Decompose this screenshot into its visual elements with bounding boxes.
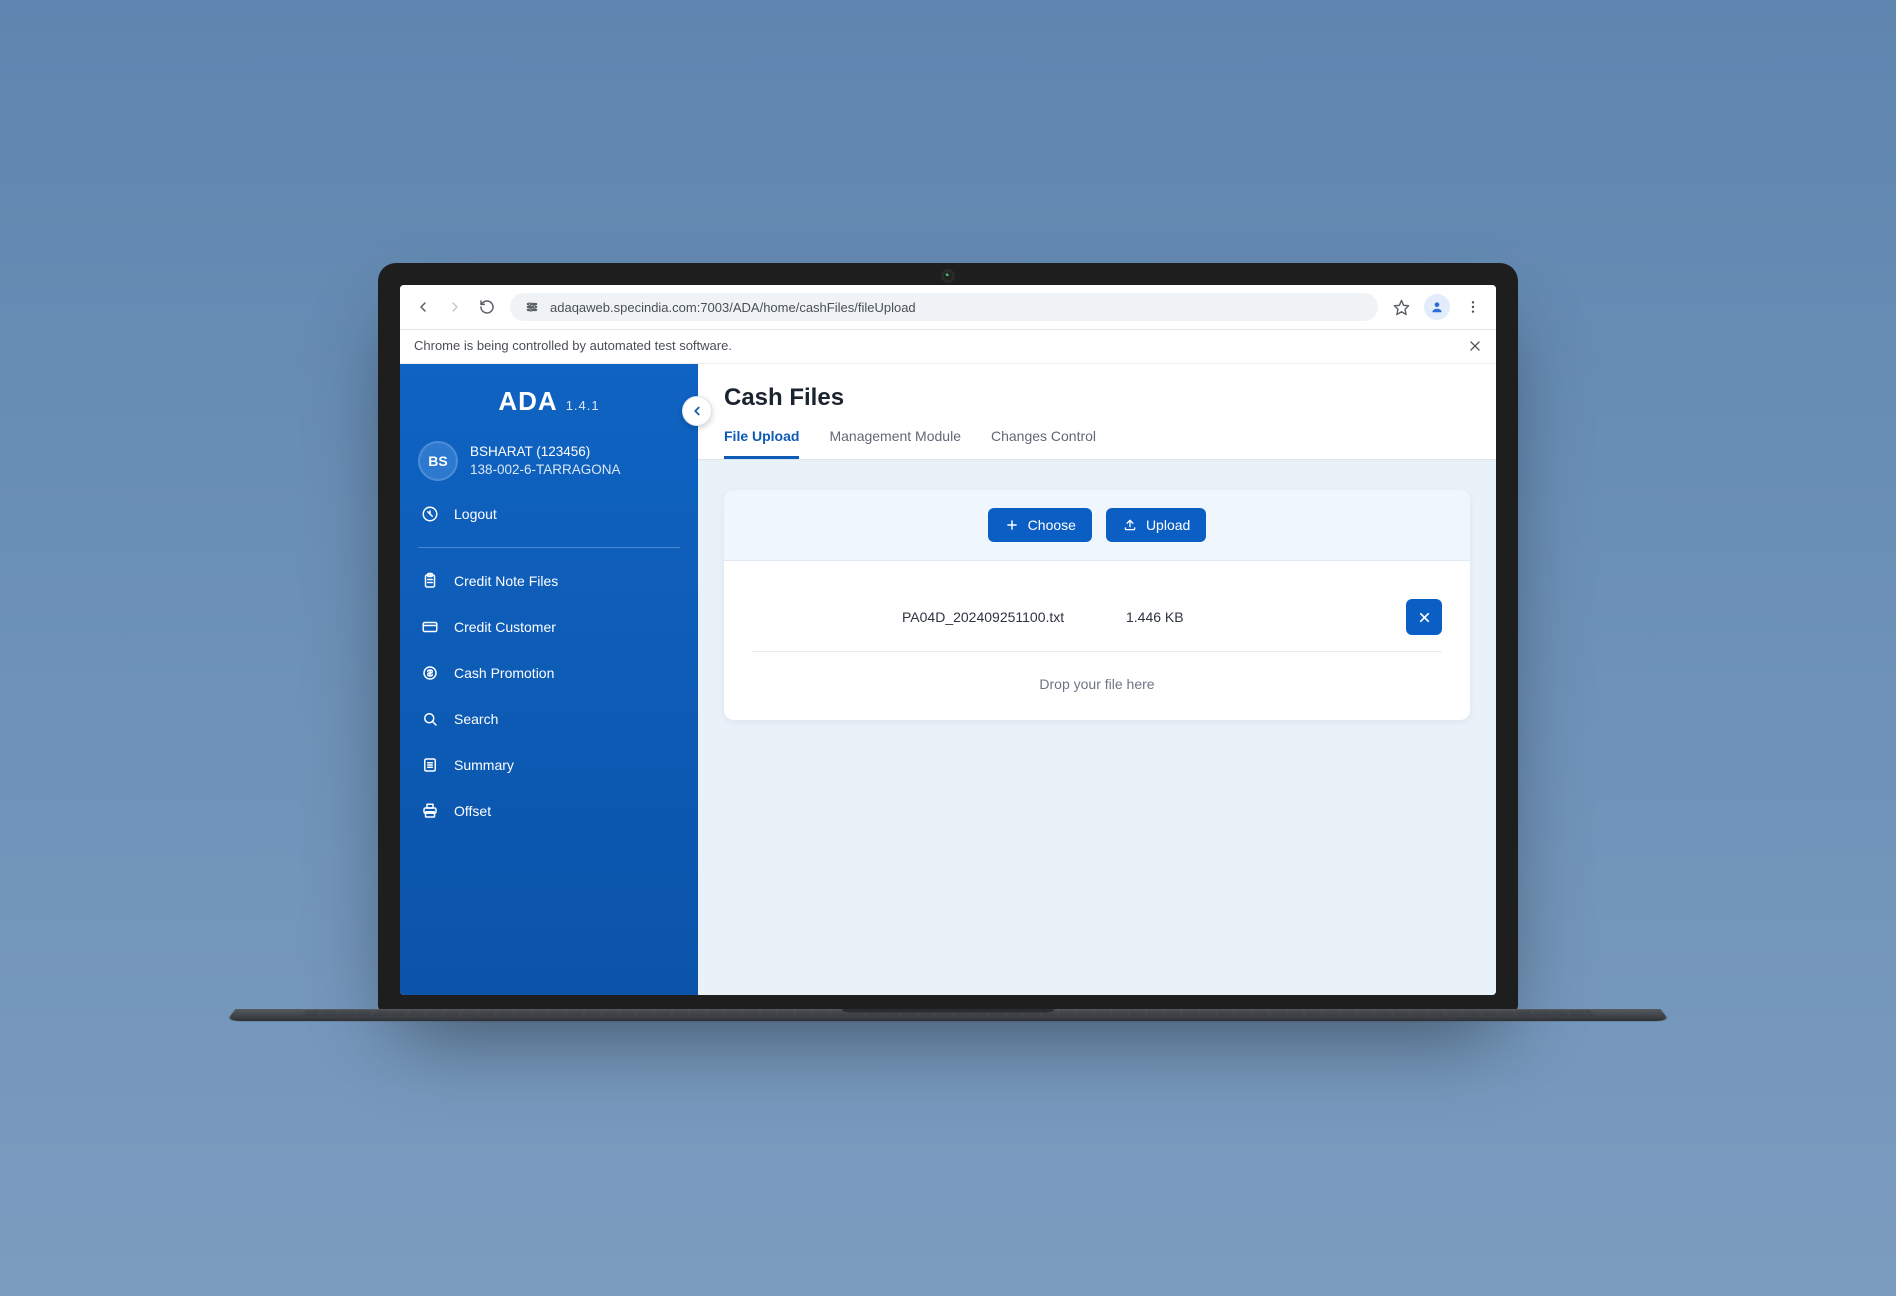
sidebar-item-summary[interactable]: Summary	[400, 742, 698, 788]
search-icon	[420, 709, 440, 729]
user-line1: BSHARAT (123456)	[470, 443, 621, 461]
tab-changes-control[interactable]: Changes Control	[991, 428, 1096, 459]
page-title: Cash Files	[698, 364, 1496, 412]
laptop-frame: adaqaweb.specindia.com:7003/ADA/home/cas…	[378, 263, 1518, 1033]
list-icon	[420, 755, 440, 775]
camera-dot	[944, 272, 952, 280]
clipboard-icon	[420, 571, 440, 591]
url-text: adaqaweb.specindia.com:7003/ADA/home/cas…	[550, 300, 916, 315]
file-name: PA04D_202409251100.txt	[752, 608, 1102, 627]
main-header: Cash Files File Upload Management Module…	[698, 364, 1496, 460]
sidebar-item-cash-promotion[interactable]: Cash Promotion	[400, 650, 698, 696]
back-icon[interactable]	[414, 298, 432, 316]
browser-toolbar: adaqaweb.specindia.com:7003/ADA/home/cas…	[400, 285, 1496, 330]
close-icon[interactable]	[1468, 339, 1482, 353]
sidebar-item-search[interactable]: Search	[400, 696, 698, 742]
automation-banner: Chrome is being controlled by automated …	[400, 330, 1496, 364]
screen: adaqaweb.specindia.com:7003/ADA/home/cas…	[400, 285, 1496, 995]
profile-avatar-icon[interactable]	[1424, 294, 1450, 320]
file-row: PA04D_202409251100.txt 1.446 KB	[752, 583, 1442, 652]
file-list: PA04D_202409251100.txt 1.446 KB	[724, 561, 1470, 652]
main: Cash Files File Upload Management Module…	[698, 364, 1496, 995]
automation-banner-text: Chrome is being controlled by automated …	[414, 338, 732, 353]
laptop-keyboard	[302, 1010, 1594, 1016]
site-settings-icon[interactable]	[524, 299, 540, 315]
plus-icon	[1004, 517, 1020, 533]
brand-version: 1.4.1	[566, 398, 600, 413]
forward-icon[interactable]	[446, 298, 464, 316]
tab-file-upload[interactable]: File Upload	[724, 428, 799, 459]
kebab-menu-icon[interactable]	[1464, 298, 1482, 316]
bookmark-star-icon[interactable]	[1392, 298, 1410, 316]
sidebar-collapse-button[interactable]	[682, 396, 712, 426]
choose-button[interactable]: Choose	[988, 508, 1092, 542]
user-block: BS BSHARAT (123456) 138-002-6-TARRAGONA	[400, 419, 698, 487]
printer-icon	[420, 801, 440, 821]
sidebar-item-label: Credit Note Files	[454, 573, 558, 589]
laptop-lid: adaqaweb.specindia.com:7003/ADA/home/cas…	[378, 263, 1518, 1013]
tab-label: Changes Control	[991, 428, 1096, 444]
cash-icon	[420, 663, 440, 683]
upload-toolbar: Choose Upload	[724, 490, 1470, 561]
address-bar[interactable]: adaqaweb.specindia.com:7003/ADA/home/cas…	[510, 293, 1378, 321]
sidebar: ADA 1.4.1 BS BSHARAT (123456) 138	[400, 364, 698, 995]
credit-card-icon	[420, 617, 440, 637]
tab-label: Management Module	[829, 428, 961, 444]
user-lines: BSHARAT (123456) 138-002-6-TARRAGONA	[470, 443, 621, 479]
logout-icon	[420, 504, 440, 524]
user-line2: 138-002-6-TARRAGONA	[470, 461, 621, 479]
upload-card: Choose Upload PA04D_20240925	[724, 490, 1470, 720]
file-size: 1.446 KB	[1102, 609, 1406, 625]
sidebar-item-label: Credit Customer	[454, 619, 556, 635]
avatar-initials: BS	[428, 453, 447, 469]
sidebar-item-logout[interactable]: Logout	[400, 491, 698, 537]
tabs: File Upload Management Module Changes Co…	[698, 412, 1496, 459]
close-icon	[1417, 610, 1432, 625]
sidebar-item-label: Cash Promotion	[454, 665, 554, 681]
laptop-base	[226, 1009, 1670, 1021]
upload-icon	[1122, 517, 1138, 533]
sidebar-header: ADA 1.4.1	[400, 364, 698, 419]
reload-icon[interactable]	[478, 298, 496, 316]
sidebar-item-credit-note-files[interactable]: Credit Note Files	[400, 558, 698, 604]
avatar: BS	[418, 441, 458, 481]
brand: ADA 1.4.1	[498, 386, 599, 417]
sidebar-item-label: Search	[454, 711, 498, 727]
choose-button-label: Choose	[1028, 517, 1076, 533]
tab-management-module[interactable]: Management Module	[829, 428, 961, 459]
sidebar-item-offset[interactable]: Offset	[400, 788, 698, 834]
sidebar-item-label: Offset	[454, 803, 491, 819]
brand-name: ADA	[498, 386, 557, 417]
drop-hint[interactable]: Drop your file here	[724, 652, 1470, 720]
sidebar-item-label: Logout	[454, 506, 497, 522]
upload-button-label: Upload	[1146, 517, 1190, 533]
app-root: ADA 1.4.1 BS BSHARAT (123456) 138	[400, 364, 1496, 995]
sidebar-item-label: Summary	[454, 757, 514, 773]
tab-label: File Upload	[724, 428, 799, 444]
sidebar-divider	[418, 547, 680, 548]
upload-button[interactable]: Upload	[1106, 508, 1206, 542]
sidebar-item-credit-customer[interactable]: Credit Customer	[400, 604, 698, 650]
remove-file-button[interactable]	[1406, 599, 1442, 635]
